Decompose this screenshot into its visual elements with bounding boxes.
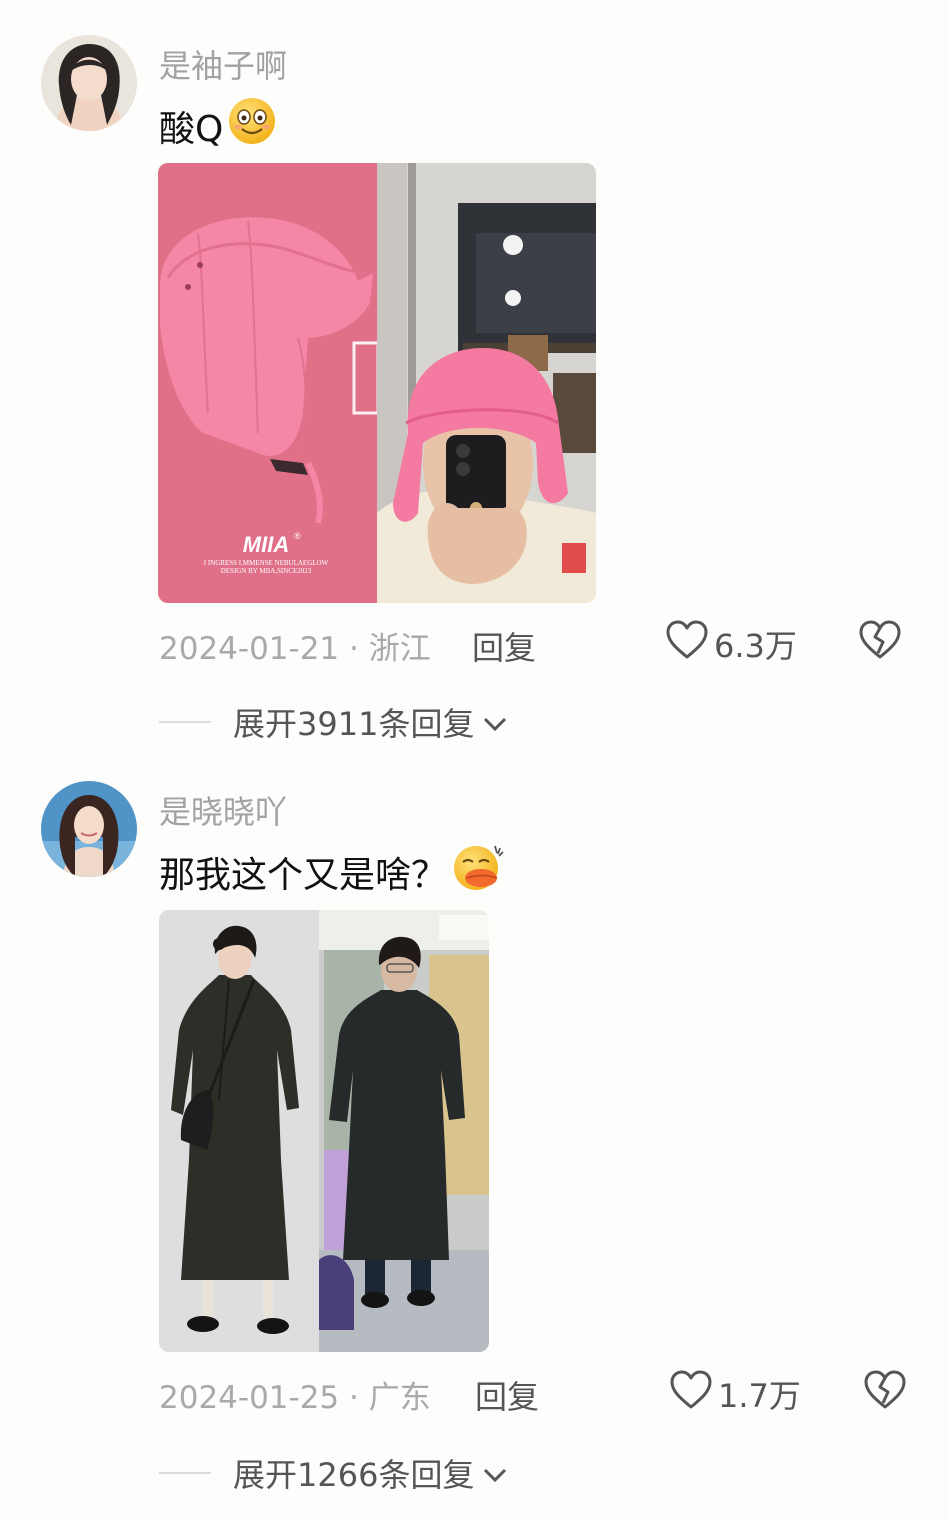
- comment-photo[interactable]: MIIA ® I INGRESS I.MMENSE NEBULAEGLOW DE…: [158, 163, 596, 603]
- reply-button[interactable]: 回复: [475, 1372, 539, 1418]
- brand-logo: MIIA: [243, 532, 289, 557]
- divider-line: [159, 721, 211, 723]
- smiling-face-emoji-icon: [227, 96, 277, 155]
- broken-heart-icon: [859, 620, 901, 664]
- like-count: 1.7万: [718, 1377, 801, 1415]
- username[interactable]: 是晓晓吖: [159, 787, 287, 833]
- heart-icon: [670, 1370, 718, 1418]
- like-count: 6.3万: [714, 627, 797, 665]
- comment-text-content: 酸Q: [159, 108, 224, 150]
- comment-text-content: 那我这个又是啥？: [159, 854, 448, 896]
- dislike-button[interactable]: [864, 1370, 906, 1414]
- reply-button[interactable]: 回复: [472, 623, 536, 669]
- expand-replies-label: 展开3911条回复: [233, 705, 475, 743]
- expand-replies-button[interactable]: 展开3911条回复: [159, 699, 508, 745]
- chevron-down-icon: [474, 1454, 508, 1492]
- expand-replies-label: 展开1266条回复: [233, 1456, 475, 1494]
- svg-text:I INGRESS I.MMENSE NEBULAEGLOW: I INGRESS I.MMENSE NEBULAEGLOW: [204, 559, 329, 567]
- chevron-down-icon: [474, 703, 508, 741]
- comment-text: 那我这个又是啥？: [159, 842, 505, 901]
- like-button[interactable]: 1.7万: [670, 1370, 801, 1418]
- svg-text:DESIGN BY MIIA,SINCE2023: DESIGN BY MIIA,SINCE2023: [221, 567, 312, 575]
- comment-photo[interactable]: [159, 910, 489, 1352]
- comment-date-location: 2024-01-21 · 浙江: [159, 631, 431, 667]
- like-button[interactable]: 6.3万: [666, 620, 797, 668]
- duck-lips-emoji-icon: [451, 842, 505, 901]
- divider-line: [159, 1472, 211, 1474]
- svg-text:®: ®: [294, 531, 301, 541]
- comment-text: 酸Q: [159, 96, 277, 155]
- comment-date-location: 2024-01-25 · 广东: [159, 1380, 431, 1416]
- dislike-button[interactable]: [859, 620, 901, 664]
- heart-icon: [666, 620, 714, 668]
- avatar[interactable]: [41, 781, 137, 877]
- expand-replies-button[interactable]: 展开1266条回复: [159, 1450, 508, 1496]
- avatar[interactable]: [41, 35, 137, 131]
- username[interactable]: 是袖子啊: [159, 41, 287, 87]
- broken-heart-icon: [864, 1370, 906, 1414]
